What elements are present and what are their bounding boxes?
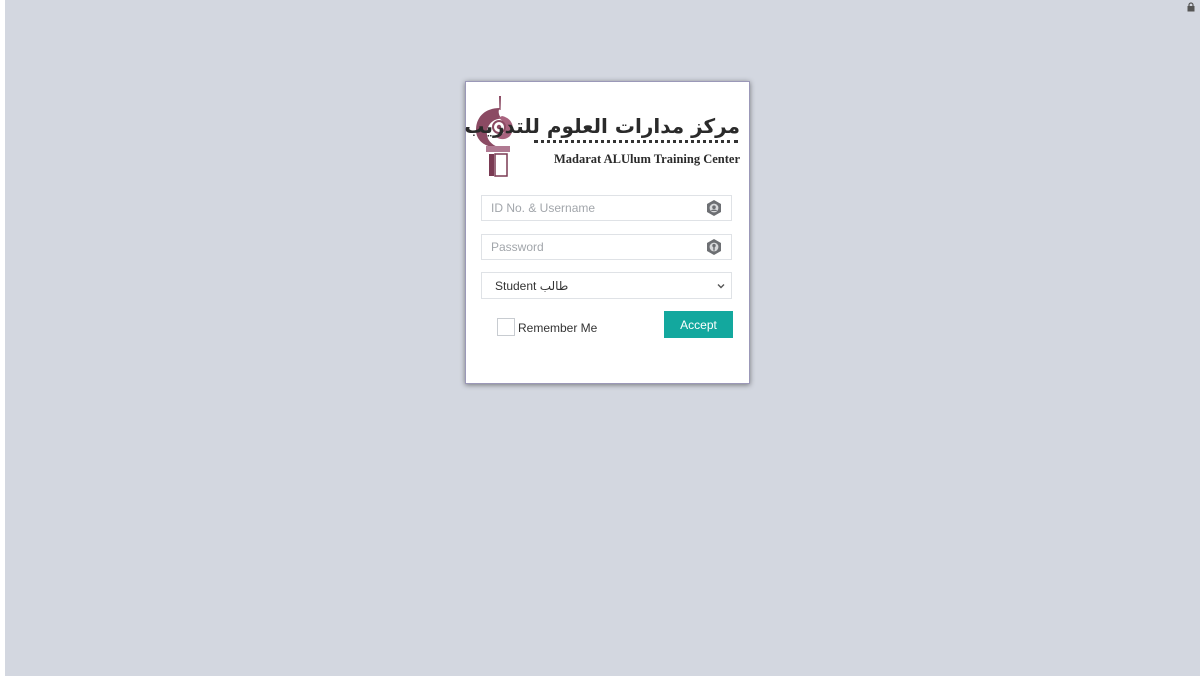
chevron-down-icon — [717, 284, 725, 289]
remember-me-label: Remember Me — [518, 321, 598, 335]
username-input[interactable] — [482, 196, 711, 220]
key-icon — [707, 239, 721, 255]
login-page-background: مركز مدارات العلوم للتدريب Madarat ALUlu… — [5, 0, 1200, 676]
password-input[interactable] — [482, 235, 711, 259]
id-badge-icon — [707, 200, 721, 216]
accept-button[interactable]: Accept — [664, 311, 733, 338]
brand-logo: مركز مدارات العلوم للتدريب Madarat ALUlu… — [464, 96, 746, 178]
username-field — [481, 195, 732, 221]
login-card: مركز مدارات العلوم للتدريب Madarat ALUlu… — [464, 81, 750, 384]
role-select-value: Student طالب — [495, 279, 569, 293]
brand-divider-dots — [534, 140, 738, 147]
remember-me-checkbox[interactable] — [497, 318, 515, 336]
role-select[interactable]: Student طالب — [481, 272, 732, 299]
brand-name-english: Madarat ALUlum Training Center — [554, 152, 740, 166]
brand-name-arabic: مركز مدارات العلوم للتدريب — [464, 114, 740, 138]
lock-icon — [1187, 2, 1195, 12]
password-field — [481, 234, 732, 260]
